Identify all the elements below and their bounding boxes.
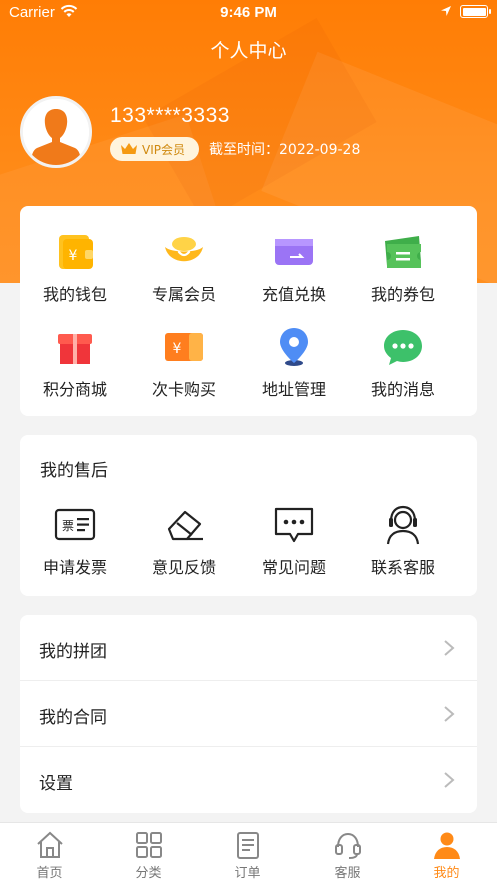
feature-label: 我的券包 — [370, 285, 435, 304]
tab-label: 首页 — [36, 866, 63, 881]
svg-text:¥: ¥ — [69, 248, 78, 264]
tab-home[interactable]: 首页 — [0, 830, 99, 881]
grid-icon — [135, 832, 162, 858]
feature-points-mall[interactable]: 积分商城 — [20, 325, 130, 400]
location-arrow-icon — [441, 6, 451, 16]
feature-vip[interactable]: 专属会员 — [129, 230, 239, 305]
avatar[interactable] — [20, 96, 92, 168]
tab-mine[interactable]: 我的 — [397, 830, 496, 881]
feature-label: 积分商城 — [42, 380, 107, 399]
after-sales-contact[interactable]: 联系客服 — [348, 503, 458, 578]
document-icon — [236, 832, 259, 859]
chevron-right-icon — [444, 640, 455, 656]
person-icon — [433, 832, 460, 859]
crown-icon — [121, 143, 137, 154]
user-phone: 133****3333 — [110, 104, 230, 127]
feature-wallet[interactable]: ¥ 我的钱包 — [20, 230, 130, 305]
menu-item-label: 设置 — [39, 774, 73, 794]
ticket-card-icon: ¥ — [165, 333, 203, 361]
feature-label: 次卡购买 — [151, 380, 216, 399]
eraser-feedback-icon — [167, 510, 203, 541]
after-sales-card: 我的售后 票 申请发票 意见反馈 常见问题 联系客服 — [20, 435, 477, 596]
feature-label: 专属会员 — [151, 285, 216, 304]
home-icon — [36, 831, 63, 858]
menu-item-label: 我的拼团 — [39, 642, 107, 662]
coupon-icon — [385, 236, 421, 268]
gold-ingot-icon — [165, 237, 203, 262]
card-icon — [275, 239, 313, 265]
headset-icon — [334, 832, 361, 859]
default-avatar-icon — [23, 99, 89, 165]
svg-text:票: 票 — [62, 519, 74, 533]
status-bar: Carrier 9:46 PM — [0, 0, 497, 26]
vip-expire-date: 截至时间：2022-09-28 — [209, 142, 361, 158]
menu-item-label: 我的合同 — [39, 708, 107, 728]
feature-label: 我的消息 — [370, 380, 435, 399]
page-title: 个人中心 — [210, 40, 287, 62]
tab-label: 我的 — [433, 866, 460, 881]
chevron-right-icon — [444, 772, 455, 788]
after-sales-faq[interactable]: 常见问题 — [239, 503, 349, 578]
svg-text:¥: ¥ — [173, 341, 182, 357]
feature-recharge[interactable]: 充值兑换 — [239, 230, 349, 305]
after-sales-label: 意见反馈 — [151, 558, 216, 577]
vip-badge[interactable]: VIP会员 — [110, 137, 199, 161]
tab-orders[interactable]: 订单 — [198, 830, 297, 881]
feature-messages[interactable]: 我的消息 — [348, 325, 458, 400]
after-sales-label: 常见问题 — [261, 558, 326, 577]
after-sales-feedback[interactable]: 意见反馈 — [129, 503, 239, 578]
location-pin-icon — [280, 328, 308, 366]
menu-item-settings[interactable]: 设置 — [20, 747, 477, 813]
feature-address[interactable]: 地址管理 — [239, 325, 349, 400]
wallet-icon: ¥ — [59, 235, 93, 269]
feature-label: 充值兑换 — [261, 285, 326, 304]
menu-item-contracts[interactable]: 我的合同 — [20, 681, 477, 747]
chevron-right-icon — [444, 706, 455, 722]
invoice-icon: 票 — [54, 508, 96, 541]
feature-label: 我的钱包 — [42, 285, 107, 304]
tab-label: 分类 — [135, 866, 162, 881]
menu-item-group-buy[interactable]: 我的拼团 — [20, 615, 477, 681]
after-sales-invoice[interactable]: 票 申请发票 — [20, 503, 130, 578]
feature-coupons[interactable]: 我的券包 — [348, 230, 458, 305]
message-bubble-icon — [384, 330, 422, 365]
headset-user-icon — [386, 505, 420, 545]
after-sales-label: 申请发票 — [42, 558, 107, 577]
section-title: 我的售后 — [40, 461, 108, 481]
feature-punch-card[interactable]: ¥ 次卡购买 — [129, 325, 239, 400]
tab-label: 订单 — [234, 866, 261, 881]
gift-icon — [58, 334, 92, 364]
feature-label: 地址管理 — [261, 380, 326, 399]
battery-icon — [460, 5, 491, 18]
faq-bubble-icon — [274, 507, 314, 543]
bottom-tab-bar: 首页 分类 订单 客服 我的 — [0, 822, 497, 883]
tab-label: 客服 — [334, 866, 361, 881]
after-sales-label: 联系客服 — [370, 558, 435, 577]
clock: 9:46 PM — [220, 4, 277, 21]
menu-list-card: 我的拼团 我的合同 设置 — [20, 615, 477, 813]
tab-category[interactable]: 分类 — [99, 830, 198, 881]
vip-label: VIP会员 — [142, 142, 185, 157]
tab-customer-service[interactable]: 客服 — [298, 830, 397, 881]
feature-grid-card: ¥ 我的钱包 专属会员 充值兑换 我的券包 积分商城 ¥ 次卡购买 地址管理 我… — [20, 206, 477, 416]
